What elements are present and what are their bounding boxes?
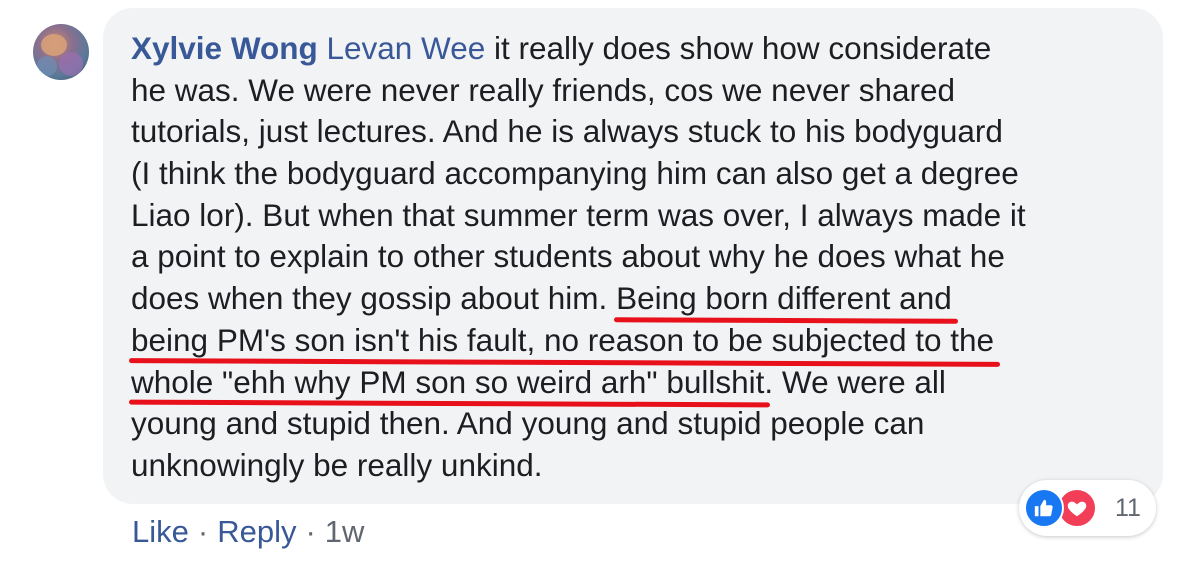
comment-line: Liao lor). But when that summer term was… xyxy=(131,196,1026,233)
highlighted-text: Being born different and xyxy=(616,278,952,320)
comment-line: unknowingly be really unkind. xyxy=(131,446,543,483)
mentioned-user[interactable]: Levan Wee xyxy=(326,30,485,66)
comment-thread: Xylvie Wong Levan Wee it really does sho… xyxy=(0,0,1200,561)
reaction-summary[interactable]: 11 xyxy=(1019,480,1156,536)
comment-line: young and stupid then. And young and stu… xyxy=(131,405,925,442)
comment-actions: Like · Reply · 1w xyxy=(132,514,364,550)
timestamp[interactable]: 1w xyxy=(325,514,365,549)
separator: · xyxy=(197,514,209,549)
comment-line: a point to explain to other students abo… xyxy=(131,238,1005,275)
comment-line: does when they gossip about him. xyxy=(131,280,617,317)
comment-line: (I think the bodyguard accompanying him … xyxy=(131,155,1019,192)
comment-text: Xylvie Wong Levan Wee it really does sho… xyxy=(131,28,1141,487)
comment-line: he was. We were never really friends, co… xyxy=(131,71,956,108)
comment-line: . We were all xyxy=(764,363,946,400)
reaction-count: 11 xyxy=(1115,494,1141,522)
author-name[interactable]: Xylvie Wong xyxy=(131,30,318,66)
separator: · xyxy=(305,514,316,549)
like-link[interactable]: Like xyxy=(132,514,189,549)
like-icon xyxy=(1024,488,1064,528)
comment-line: tutorials, just lectures. And he is alwa… xyxy=(131,113,1003,150)
reply-link[interactable]: Reply xyxy=(217,514,296,549)
highlighted-text: whole "ehh why PM son so weird arh" bull… xyxy=(131,362,764,404)
comment-line: it really does show how considerate xyxy=(485,30,992,66)
avatar[interactable] xyxy=(33,24,89,80)
highlighted-text: being PM's son isn't his fault, no reaso… xyxy=(131,320,994,362)
